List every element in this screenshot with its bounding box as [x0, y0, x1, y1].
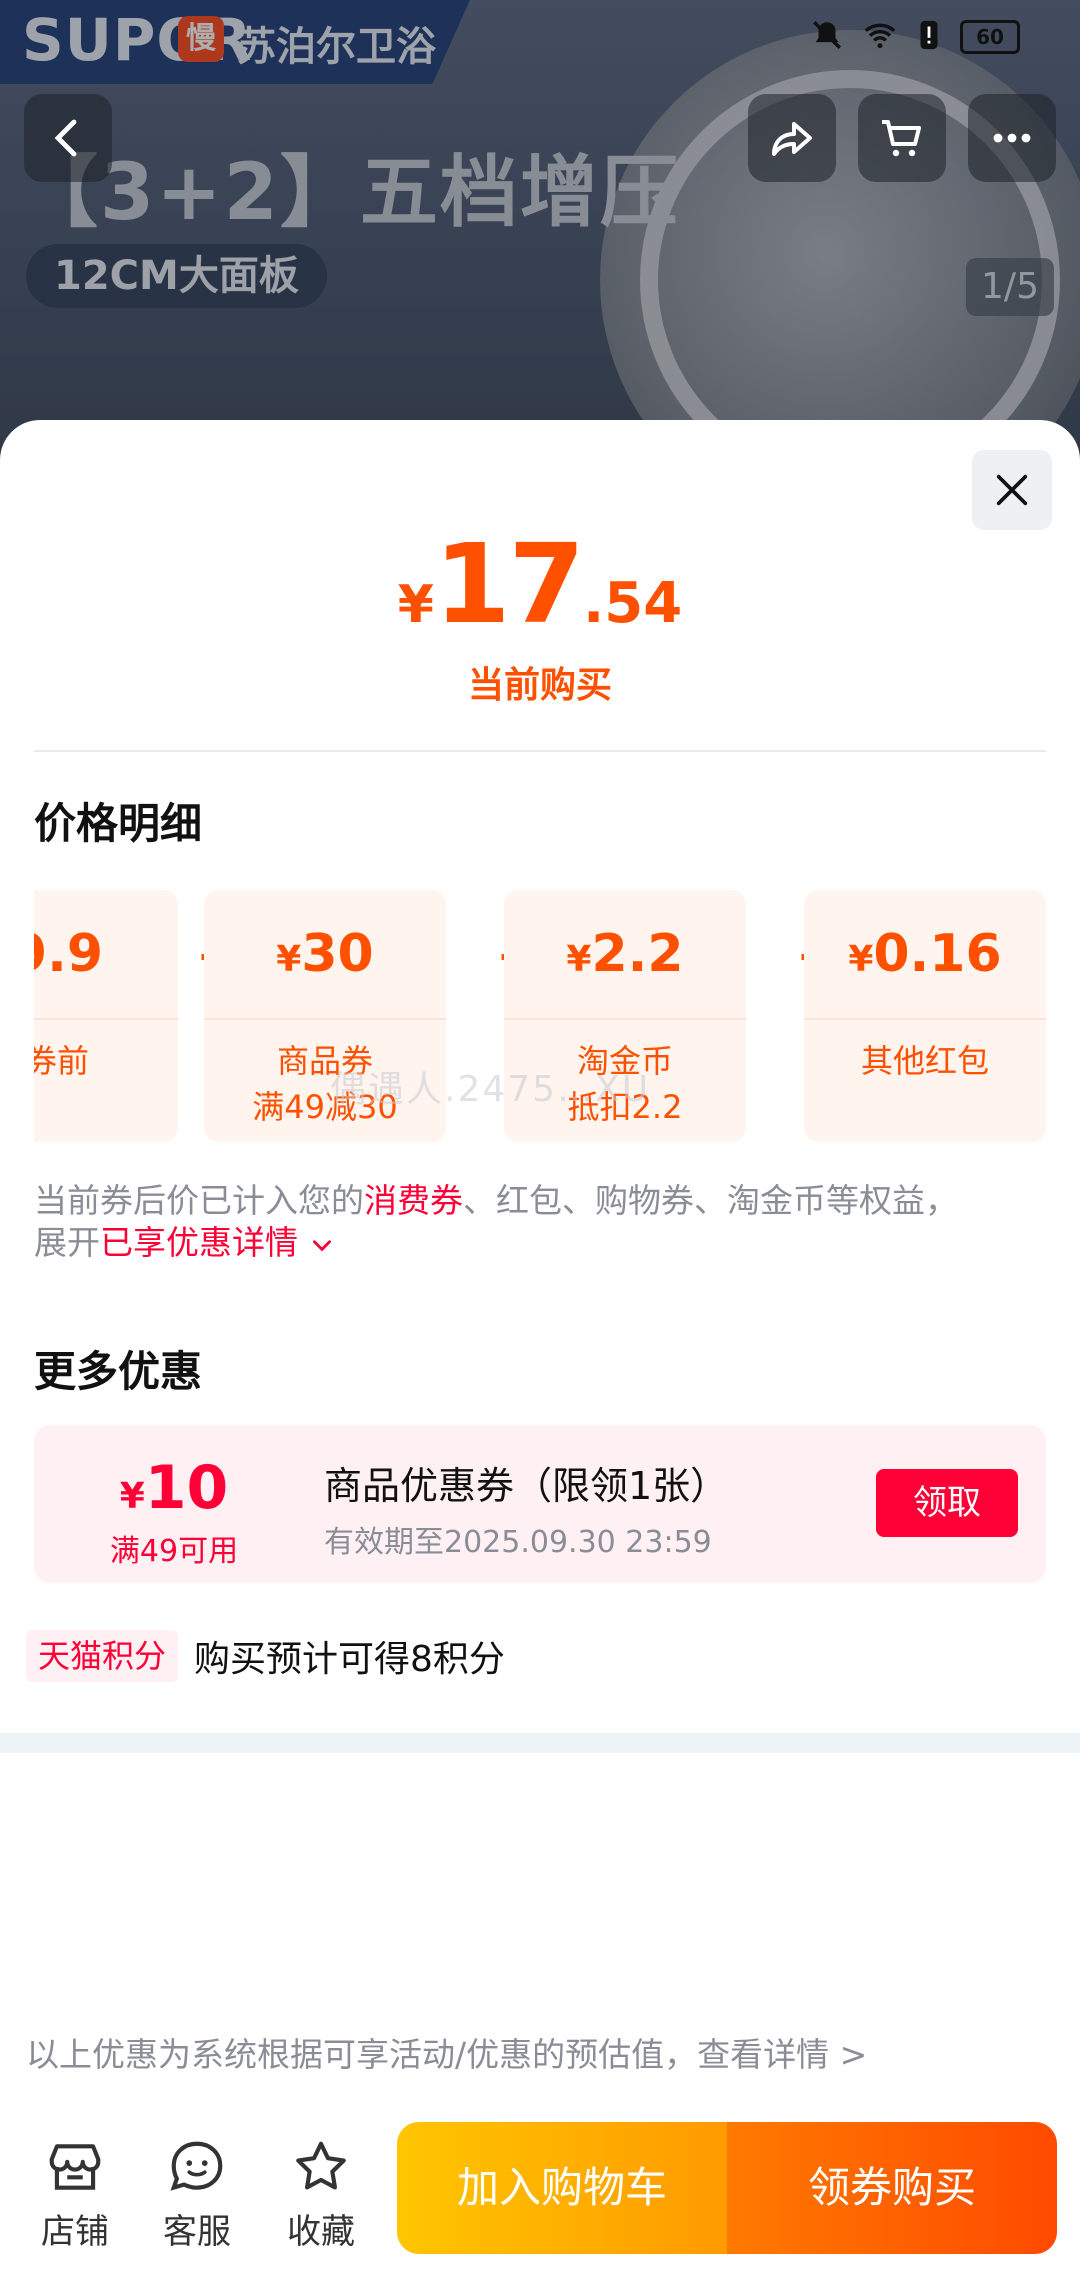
- customer-service-button[interactable]: 客服: [142, 2136, 252, 2253]
- hero-dim-overlay: [0, 0, 1080, 460]
- price-detail-sheet: ¥17.54 当前购买 价格明细 9.9 券前 - ¥30 商品券满49减30 …: [0, 420, 1080, 2280]
- points-text: 购买预计可得8积分: [194, 1639, 505, 1680]
- discount-details-link[interactable]: 已享优惠详情: [100, 1223, 298, 1262]
- coupon-amount: 10: [144, 1453, 229, 1523]
- divider: [34, 750, 1046, 752]
- chevron-left-icon: [54, 119, 77, 157]
- more-icon: [993, 133, 1031, 143]
- note-text: 当前券后价已计入您的: [34, 1181, 364, 1220]
- coupon-validity: 有效期至2025.09.30 23:59: [324, 1525, 712, 1560]
- disclaimer-link[interactable]: 以上优惠为系统根据可享活动/优惠的预估值，查看详情 >: [26, 2028, 867, 2076]
- card-label: 券前: [34, 1042, 89, 1080]
- discount-note: 当前券后价已计入您的消费券、红包、购物券、淘金币等权益， 展开已享优惠详情: [34, 1180, 1034, 1264]
- add-to-cart-button[interactable]: 加入购物车: [397, 2122, 727, 2254]
- price-integer: 17: [433, 520, 585, 648]
- share-icon: [772, 122, 812, 156]
- claim-coupon-button[interactable]: 领取: [876, 1469, 1018, 1537]
- note-text: 展开: [34, 1223, 100, 1262]
- store-label: 店铺: [41, 2212, 109, 2252]
- card-other-redpacket: ¥0.16 其他红包: [804, 890, 1046, 1142]
- back-button[interactable]: [24, 94, 112, 182]
- card-before-coupon: 9.9 券前: [34, 890, 178, 1142]
- watermark-text: 偶遇人.2475…XU: [330, 1069, 651, 1110]
- service-icon: [170, 2141, 223, 2191]
- price-currency: ¥: [397, 575, 434, 635]
- current-price: ¥17.54 当前购买: [0, 520, 1080, 708]
- price-decimal: .54: [583, 571, 683, 636]
- more-offers-title: 更多优惠: [34, 1347, 203, 1396]
- card-currency: ¥: [566, 939, 592, 980]
- cart-button[interactable]: [858, 94, 946, 182]
- store-icon: [49, 2144, 101, 2190]
- card-amount: 9.9: [34, 924, 104, 984]
- star-icon: [296, 2141, 346, 2190]
- favorite-label: 收藏: [287, 2212, 355, 2252]
- cart-icon: [882, 120, 921, 157]
- product-image[interactable]: SUPOR 慢 苏泊尔卫浴 【3+2】五档增压 12CM大面板 1/5 60: [0, 0, 1080, 460]
- coupon-buy-button[interactable]: 领券购买: [727, 2122, 1057, 2254]
- card-amount: 0.16: [873, 924, 1002, 984]
- card-currency: ¥: [848, 939, 874, 980]
- favorite-button[interactable]: 收藏: [266, 2136, 376, 2253]
- more-button[interactable]: [968, 94, 1056, 182]
- tmall-points: 天猫积分 购买预计可得8积分: [26, 1630, 505, 1682]
- coupon-card: ¥10 满49可用 商品优惠券（限领1张） 有效期至2025.09.30 23:…: [34, 1425, 1046, 1583]
- card-currency: ¥: [276, 939, 302, 980]
- card-amount: 2.2: [591, 924, 684, 984]
- mute-icon: [810, 18, 844, 56]
- coupon-title: 商品优惠券（限领1张）: [324, 1464, 729, 1508]
- battery-icon: 60: [960, 20, 1020, 54]
- coupon-condition: 满49可用: [109, 1534, 239, 1569]
- price-label: 当前购买: [467, 665, 612, 706]
- bottom-action-bar: 店铺 客服 收藏 加入购物车 领券购买: [0, 2100, 1080, 2280]
- service-label: 客服: [163, 2212, 231, 2252]
- card-amount: 30: [301, 924, 374, 984]
- alert-icon: [916, 18, 942, 56]
- share-button[interactable]: [748, 94, 836, 182]
- price-detail-title: 价格明细: [34, 799, 203, 848]
- coupon-value: ¥10 满49可用: [34, 1453, 314, 1572]
- close-button[interactable]: [972, 450, 1052, 530]
- status-bar: 60: [810, 18, 1020, 56]
- coupon-currency: ¥: [119, 1476, 145, 1517]
- wifi-icon: [862, 18, 898, 56]
- close-icon: [996, 474, 1028, 506]
- consumer-coupon-link[interactable]: 消费券: [364, 1181, 463, 1220]
- chevron-down-icon[interactable]: [309, 1232, 335, 1258]
- card-label: 其他红包: [860, 1042, 989, 1080]
- store-button[interactable]: 店铺: [20, 2136, 130, 2253]
- section-separator: [0, 1733, 1080, 1753]
- note-text: 、红包、购物券、淘金币等权益，: [463, 1181, 958, 1220]
- points-tag: 天猫积分: [26, 1630, 179, 1682]
